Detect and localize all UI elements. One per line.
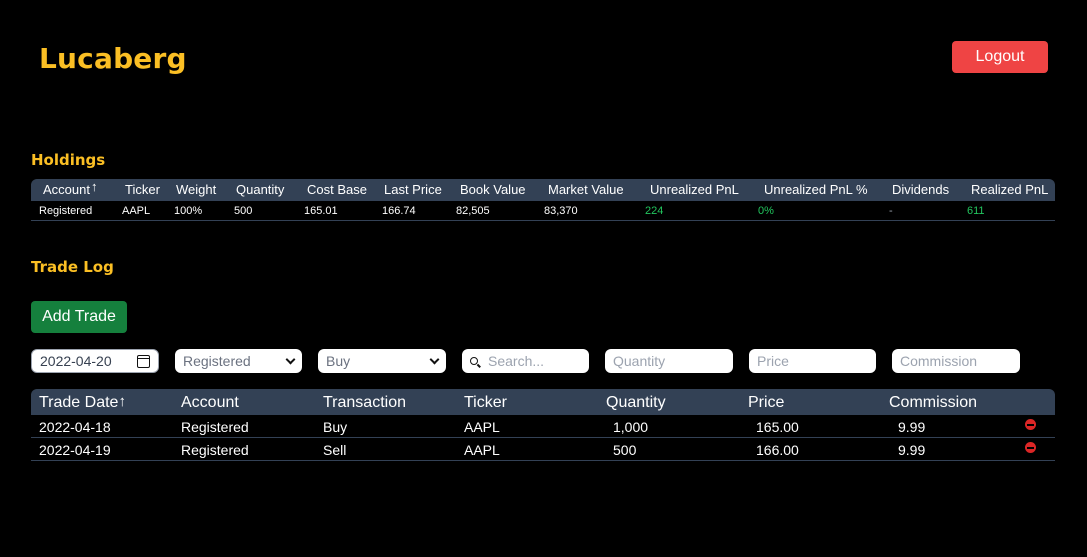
trade-col-date[interactable]: Trade Date↑ [39,393,126,412]
cell-weight: 100% [174,205,203,217]
cell-unrealized-pnl-pct: 0% [758,205,774,217]
cell-trade-date: 2022-04-18 [39,419,111,435]
cell-transaction: Buy [323,419,348,435]
cell-ticker: AAPL [122,205,151,217]
holdings-table: Account↑ Ticker Weight Quantity Cost Bas… [31,179,1055,221]
account-select[interactable]: Registered [175,349,302,373]
trade-col-date-label: Trade Date [39,394,119,411]
cell-quantity: 500 [613,442,637,458]
cell-trade-date: 2022-04-19 [39,442,111,458]
holdings-col-market-value[interactable]: Market Value [548,182,624,197]
cell-cost-base: 165.01 [304,205,338,217]
price-placeholder: Price [757,353,789,369]
cell-account: Registered [181,442,249,458]
trade-log-header: Trade Date↑ Account Transaction Ticker Q… [31,389,1055,415]
holdings-col-weight[interactable]: Weight [176,182,216,197]
holdings-col-dividends[interactable]: Dividends [892,182,949,197]
transaction-select[interactable]: Buy [318,349,446,373]
commission-input[interactable]: Commission [892,349,1020,373]
cell-price: 166.00 [756,442,799,458]
cell-book-value: 82,505 [456,205,490,217]
trade-col-price[interactable]: Price [748,394,784,412]
cell-quantity: 1,000 [613,419,649,435]
cell-commission: 9.99 [898,419,926,435]
cell-account: Registered [39,205,93,217]
trade-log-table: Trade Date↑ Account Transaction Ticker Q… [31,389,1055,461]
delete-trade-icon[interactable] [1025,442,1036,453]
chevron-down-icon [429,354,440,364]
holdings-col-quantity[interactable]: Quantity [236,182,284,197]
sort-arrow-icon: ↑ [118,393,126,410]
holdings-col-cost-base[interactable]: Cost Base [307,182,367,197]
trade-col-quantity[interactable]: Quantity [606,394,666,412]
cell-quantity: 500 [234,205,253,217]
trade-date-input[interactable]: 2022-04-20 [31,349,159,373]
holdings-col-book-value[interactable]: Book Value [460,182,526,197]
holdings-col-unrealized-pnl-pct[interactable]: Unrealized PnL % [764,182,868,197]
table-row: Registered AAPL 100% 500 165.01 166.74 8… [31,201,1055,221]
cell-last-price: 166.74 [382,205,416,217]
search-placeholder: Search... [488,353,545,369]
trade-col-account[interactable]: Account [181,394,239,412]
transaction-select-value: Buy [326,353,351,369]
holdings-header: Account↑ Ticker Weight Quantity Cost Bas… [31,179,1055,201]
cell-dividends: - [889,205,893,217]
quantity-placeholder: Quantity [613,353,666,369]
holdings-col-account-label: Account [43,182,90,197]
trade-col-transaction[interactable]: Transaction [323,394,406,412]
delete-trade-icon[interactable] [1025,419,1036,430]
trade-date-value: 2022-04-20 [40,353,112,369]
table-row: 2022-04-18 Registered Buy AAPL 1,000 165… [31,415,1055,438]
quantity-input[interactable]: Quantity [605,349,733,373]
ticker-search-input[interactable]: Search... [462,349,589,373]
search-icon [470,357,478,365]
holdings-col-realized-pnl[interactable]: Realized PnL [971,182,1048,197]
brand-logo: Lucaberg [39,42,187,75]
price-input[interactable]: Price [749,349,876,373]
holdings-col-ticker[interactable]: Ticker [125,182,160,197]
add-trade-button[interactable]: Add Trade [31,301,127,333]
cell-unrealized-pnl: 224 [645,205,664,217]
commission-placeholder: Commission [900,353,978,369]
trade-col-ticker[interactable]: Ticker [464,394,507,412]
calendar-icon[interactable] [137,354,150,368]
cell-account: Registered [181,419,249,435]
logout-button[interactable]: Logout [952,41,1048,73]
holdings-col-last-price[interactable]: Last Price [384,182,442,197]
holdings-col-unrealized-pnl[interactable]: Unrealized PnL [650,182,739,197]
chevron-down-icon [285,354,296,364]
table-row: 2022-04-19 Registered Sell AAPL 500 166.… [31,438,1055,461]
trade-log-title: Trade Log [31,258,114,276]
holdings-title: Holdings [31,151,106,169]
cell-commission: 9.99 [898,442,926,458]
cell-ticker: AAPL [464,419,500,435]
sort-arrow-icon: ↑ [90,179,98,194]
holdings-col-account[interactable]: Account↑ [43,179,98,197]
account-select-value: Registered [183,353,251,369]
trade-col-commission[interactable]: Commission [889,394,977,412]
cell-price: 165.00 [756,419,799,435]
cell-realized-pnl: 611 [967,205,985,217]
cell-transaction: Sell [323,442,347,458]
cell-ticker: AAPL [464,442,500,458]
cell-market-value: 83,370 [544,205,578,217]
